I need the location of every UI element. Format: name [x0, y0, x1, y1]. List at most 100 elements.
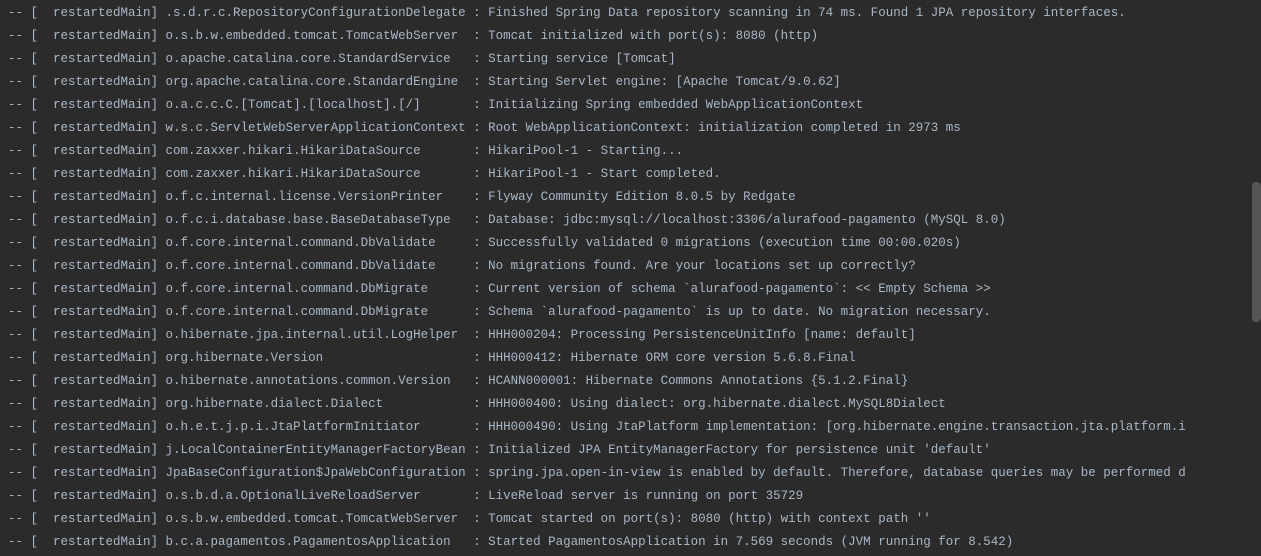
- log-thread: restartedMain]: [53, 2, 166, 25]
- log-thread: restartedMain]: [53, 462, 166, 485]
- log-logger: o.f.c.i.database.base.BaseDatabaseType: [166, 209, 474, 232]
- log-logger: JpaBaseConfiguration$JpaWebConfiguration: [166, 462, 474, 485]
- log-prefix: -- [: [8, 209, 53, 232]
- log-thread: restartedMain]: [53, 117, 166, 140]
- log-logger: o.f.c.internal.license.VersionPrinter: [166, 186, 474, 209]
- log-thread: restartedMain]: [53, 485, 166, 508]
- log-separator: :: [473, 117, 488, 140]
- log-logger: j.LocalContainerEntityManagerFactoryBean: [166, 439, 474, 462]
- log-line[interactable]: -- [ restartedMain] o.s.b.d.a.OptionalLi…: [0, 485, 1261, 508]
- log-line[interactable]: -- [ restartedMain] o.f.c.i.database.bas…: [0, 209, 1261, 232]
- log-thread: restartedMain]: [53, 140, 166, 163]
- log-separator: :: [473, 140, 488, 163]
- log-thread: restartedMain]: [53, 163, 166, 186]
- log-prefix: -- [: [8, 48, 53, 71]
- log-prefix: -- [: [8, 462, 53, 485]
- log-separator: :: [473, 2, 488, 25]
- log-logger: b.c.a.pagamentos.PagamentosApplication: [166, 531, 474, 554]
- log-message: Schema `alurafood-pagamento` is up to da…: [488, 301, 991, 324]
- log-separator: :: [473, 370, 488, 393]
- log-logger: o.f.core.internal.command.DbMigrate: [166, 301, 474, 324]
- log-prefix: -- [: [8, 2, 53, 25]
- log-logger: o.s.b.d.a.OptionalLiveReloadServer: [166, 485, 474, 508]
- log-message: Starting service [Tomcat]: [488, 48, 676, 71]
- log-line[interactable]: -- [ restartedMain] o.f.core.internal.co…: [0, 278, 1261, 301]
- log-message: Finished Spring Data repository scanning…: [488, 2, 1126, 25]
- log-separator: :: [473, 186, 488, 209]
- log-logger: org.apache.catalina.core.StandardEngine: [166, 71, 474, 94]
- log-separator: :: [473, 48, 488, 71]
- log-prefix: -- [: [8, 117, 53, 140]
- log-thread: restartedMain]: [53, 508, 166, 531]
- log-message: HHH000412: Hibernate ORM core version 5.…: [488, 347, 856, 370]
- log-line[interactable]: -- [ restartedMain] com.zaxxer.hikari.Hi…: [0, 140, 1261, 163]
- vertical-scrollbar[interactable]: [1252, 182, 1261, 322]
- log-message: Database: jdbc:mysql://localhost:3306/al…: [488, 209, 1006, 232]
- log-message: HikariPool-1 - Start completed.: [488, 163, 721, 186]
- log-line[interactable]: -- [ restartedMain] b.c.a.pagamentos.Pag…: [0, 531, 1261, 554]
- log-thread: restartedMain]: [53, 301, 166, 324]
- log-thread: restartedMain]: [53, 278, 166, 301]
- log-logger: o.hibernate.jpa.internal.util.LogHelper: [166, 324, 474, 347]
- log-prefix: -- [: [8, 347, 53, 370]
- log-thread: restartedMain]: [53, 232, 166, 255]
- log-line[interactable]: -- [ restartedMain] o.f.core.internal.co…: [0, 301, 1261, 324]
- log-thread: restartedMain]: [53, 209, 166, 232]
- console-log-output[interactable]: -- [ restartedMain] .s.d.r.c.RepositoryC…: [0, 2, 1261, 554]
- log-line[interactable]: -- [ restartedMain] com.zaxxer.hikari.Hi…: [0, 163, 1261, 186]
- log-thread: restartedMain]: [53, 439, 166, 462]
- log-logger: o.f.core.internal.command.DbValidate: [166, 255, 474, 278]
- log-line[interactable]: -- [ restartedMain] o.hibernate.annotati…: [0, 370, 1261, 393]
- log-logger: com.zaxxer.hikari.HikariDataSource: [166, 140, 474, 163]
- log-line[interactable]: -- [ restartedMain] o.s.b.w.embedded.tom…: [0, 508, 1261, 531]
- log-line[interactable]: -- [ restartedMain] .s.d.r.c.RepositoryC…: [0, 2, 1261, 25]
- log-logger: o.h.e.t.j.p.i.JtaPlatformInitiator: [166, 416, 474, 439]
- log-message: Current version of schema `alurafood-pag…: [488, 278, 991, 301]
- log-line[interactable]: -- [ restartedMain] org.hibernate.Versio…: [0, 347, 1261, 370]
- log-separator: :: [473, 439, 488, 462]
- log-prefix: -- [: [8, 439, 53, 462]
- log-prefix: -- [: [8, 140, 53, 163]
- log-line[interactable]: -- [ restartedMain] org.hibernate.dialec…: [0, 393, 1261, 416]
- log-separator: :: [473, 301, 488, 324]
- log-line[interactable]: -- [ restartedMain] w.s.c.ServletWebServ…: [0, 117, 1261, 140]
- log-thread: restartedMain]: [53, 94, 166, 117]
- log-separator: :: [473, 232, 488, 255]
- log-logger: com.zaxxer.hikari.HikariDataSource: [166, 163, 474, 186]
- log-line[interactable]: -- [ restartedMain] j.LocalContainerEnti…: [0, 439, 1261, 462]
- log-thread: restartedMain]: [53, 370, 166, 393]
- log-line[interactable]: -- [ restartedMain] JpaBaseConfiguration…: [0, 462, 1261, 485]
- log-prefix: -- [: [8, 232, 53, 255]
- log-line[interactable]: -- [ restartedMain] o.f.core.internal.co…: [0, 255, 1261, 278]
- log-message: Successfully validated 0 migrations (exe…: [488, 232, 961, 255]
- log-separator: :: [473, 209, 488, 232]
- log-line[interactable]: -- [ restartedMain] o.s.b.w.embedded.tom…: [0, 25, 1261, 48]
- log-prefix: -- [: [8, 71, 53, 94]
- log-separator: :: [473, 531, 488, 554]
- log-message: HHH000490: Using JtaPlatform implementat…: [488, 416, 1186, 439]
- log-line[interactable]: -- [ restartedMain] o.a.c.c.C.[Tomcat].[…: [0, 94, 1261, 117]
- log-prefix: -- [: [8, 393, 53, 416]
- log-logger: o.f.core.internal.command.DbValidate: [166, 232, 474, 255]
- log-line[interactable]: -- [ restartedMain] o.f.core.internal.co…: [0, 232, 1261, 255]
- log-prefix: -- [: [8, 278, 53, 301]
- log-prefix: -- [: [8, 94, 53, 117]
- log-separator: :: [473, 393, 488, 416]
- log-line[interactable]: -- [ restartedMain] o.f.c.internal.licen…: [0, 186, 1261, 209]
- log-prefix: -- [: [8, 370, 53, 393]
- log-line[interactable]: -- [ restartedMain] org.apache.catalina.…: [0, 71, 1261, 94]
- log-thread: restartedMain]: [53, 416, 166, 439]
- log-prefix: -- [: [8, 485, 53, 508]
- log-line[interactable]: -- [ restartedMain] o.hibernate.jpa.inte…: [0, 324, 1261, 347]
- log-prefix: -- [: [8, 416, 53, 439]
- log-message: HikariPool-1 - Starting...: [488, 140, 683, 163]
- log-line[interactable]: -- [ restartedMain] o.h.e.t.j.p.i.JtaPla…: [0, 416, 1261, 439]
- log-thread: restartedMain]: [53, 324, 166, 347]
- log-logger: o.hibernate.annotations.common.Version: [166, 370, 474, 393]
- log-line[interactable]: -- [ restartedMain] o.apache.catalina.co…: [0, 48, 1261, 71]
- log-thread: restartedMain]: [53, 531, 166, 554]
- log-thread: restartedMain]: [53, 186, 166, 209]
- log-message: Initializing Spring embedded WebApplicat…: [488, 94, 863, 117]
- log-message: LiveReload server is running on port 357…: [488, 485, 803, 508]
- log-prefix: -- [: [8, 25, 53, 48]
